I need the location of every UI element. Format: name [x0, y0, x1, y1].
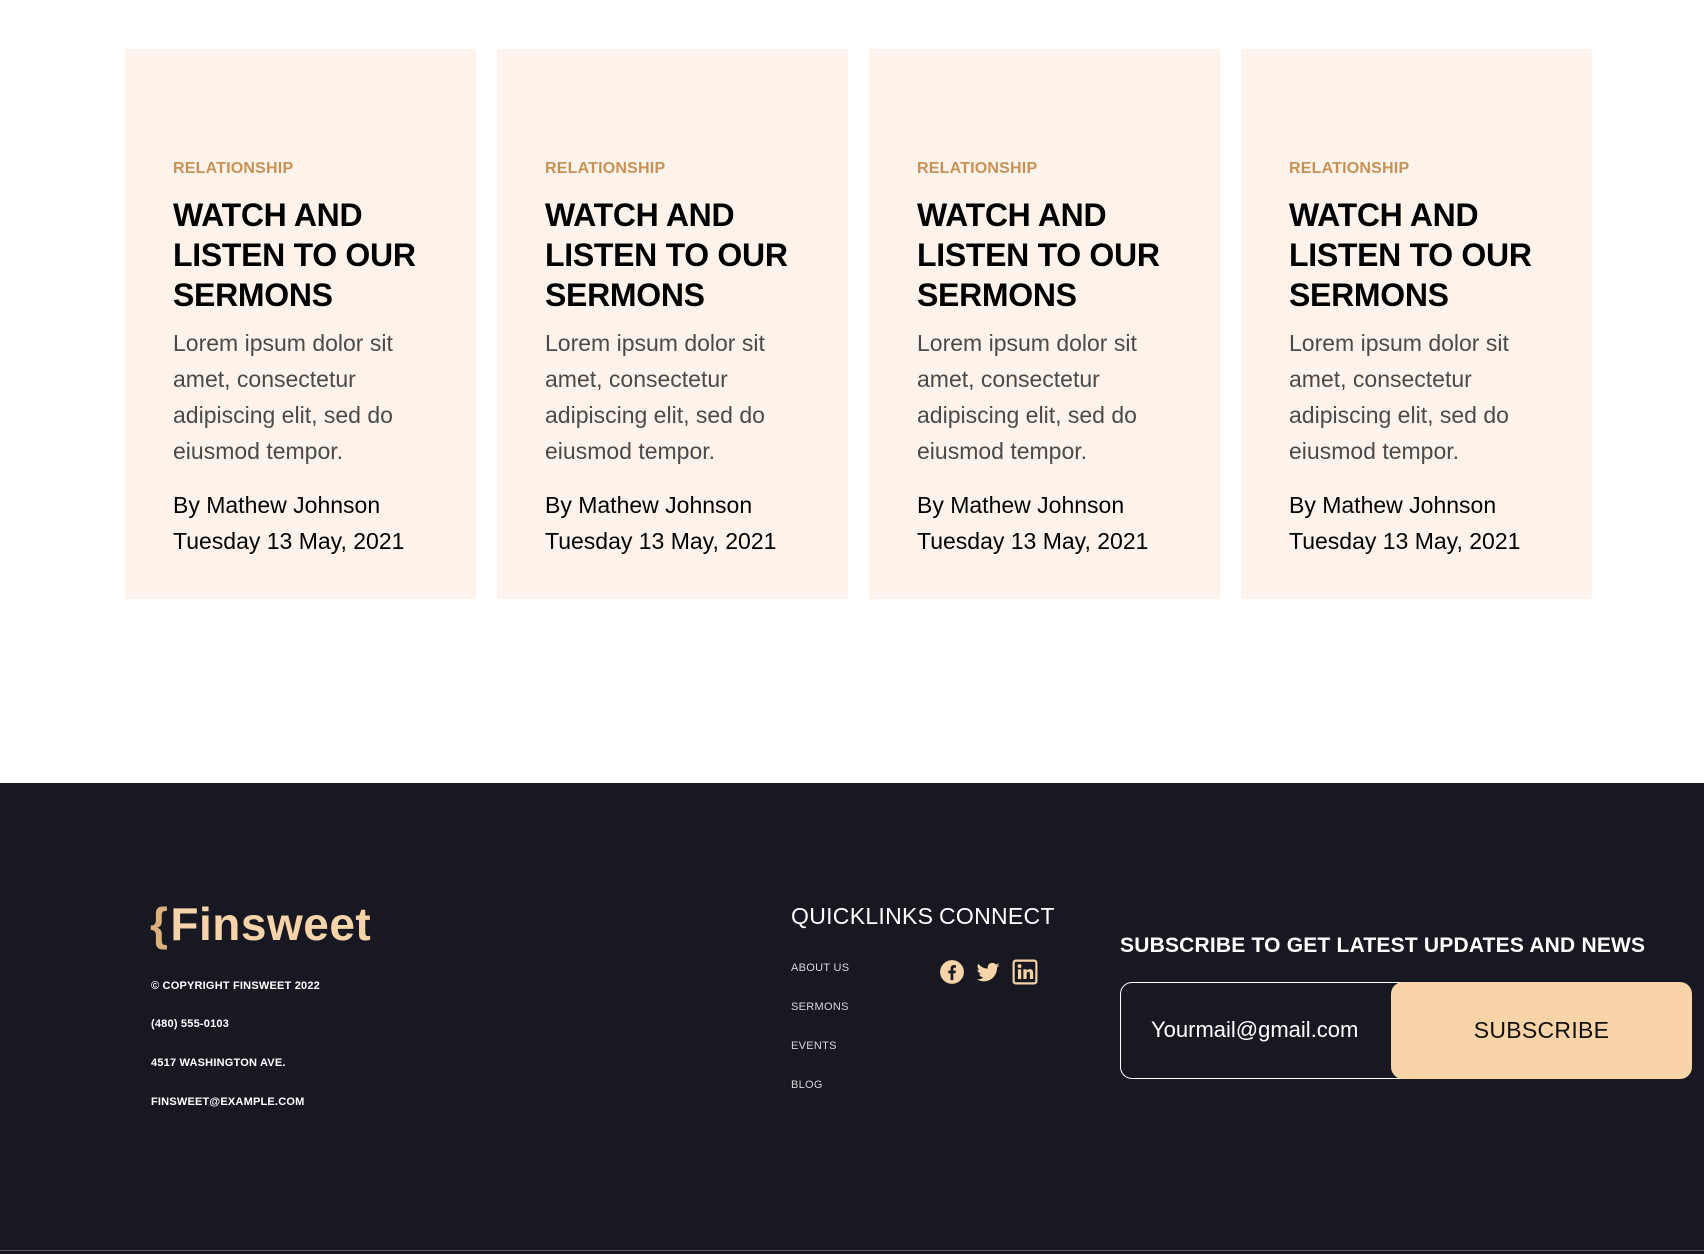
card-description: Lorem ipsum dolor sit amet, consectetur … — [917, 330, 1137, 464]
card-author: By Mathew Johnson — [1289, 492, 1497, 518]
card-title[interactable]: WATCH AND LISTEN TO OUR SERMONS — [545, 195, 815, 315]
card-description: Lorem ipsum dolor sit amet, consectetur … — [1289, 330, 1509, 464]
sermon-card[interactable]: RELATIONSHIP WATCH AND LISTEN TO OUR SER… — [497, 49, 848, 599]
card-author: By Mathew Johnson — [173, 492, 381, 518]
card-title[interactable]: WATCH AND LISTEN TO OUR SERMONS — [917, 195, 1187, 315]
sermon-card[interactable]: RELATIONSHIP WATCH AND LISTEN TO OUR SER… — [125, 49, 476, 599]
connect-heading: CONNECT — [939, 903, 1055, 929]
card-author: By Mathew Johnson — [917, 492, 1125, 518]
twitter-icon[interactable] — [975, 959, 1001, 985]
link-about-us[interactable]: ABOUT US — [791, 961, 849, 975]
card-content: RELATIONSHIP WATCH AND LISTEN TO OUR SER… — [173, 159, 443, 559]
card-content: RELATIONSHIP WATCH AND LISTEN TO OUR SER… — [545, 159, 815, 559]
sermon-card[interactable]: RELATIONSHIP WATCH AND LISTEN TO OUR SER… — [1241, 49, 1592, 599]
sermon-card[interactable]: RELATIONSHIP WATCH AND LISTEN TO OUR SER… — [869, 49, 1220, 599]
card-content: RELATIONSHIP WATCH AND LISTEN TO OUR SER… — [917, 159, 1187, 559]
link-sermons[interactable]: SERMONS — [791, 1000, 849, 1014]
quicklinks-heading: QUICKLINKS — [791, 903, 934, 929]
phone-number: (480) 555-0103 — [151, 1018, 230, 1030]
address-text: 4517 WASHINGTON AVE. — [151, 1057, 286, 1069]
card-date: Tuesday 13 May, 2021 — [173, 528, 405, 554]
subscribe-heading: SUBSCRIBE TO GET LATEST UPDATES AND NEWS — [1120, 934, 1646, 957]
card-category: RELATIONSHIP — [1289, 160, 1410, 177]
card-category: RELATIONSHIP — [917, 160, 1038, 177]
sermons-cards-section: RELATIONSHIP WATCH AND LISTEN TO OUR SER… — [0, 0, 1704, 783]
card-category: RELATIONSHIP — [545, 160, 666, 177]
footer-divider — [0, 1250, 1704, 1251]
copyright-text: © COPYRIGHT FINSWEET 2022 — [151, 980, 320, 992]
subscribe-button[interactable]: SUBSCRIBE — [1391, 982, 1692, 1079]
card-date: Tuesday 13 May, 2021 — [917, 528, 1149, 554]
card-description: Lorem ipsum dolor sit amet, consectetur … — [173, 330, 393, 464]
card-date: Tuesday 13 May, 2021 — [1289, 528, 1521, 554]
site-footer: {Finsweet © COPYRIGHT FINSWEET 2022 (480… — [0, 783, 1704, 1254]
logo-text: Finsweet — [170, 898, 372, 950]
email-link[interactable]: FINSWEET@EXAMPLE.COM — [151, 1095, 304, 1109]
email-input[interactable] — [1151, 983, 1411, 1077]
card-author: By Mathew Johnson — [545, 492, 753, 518]
finsweet-logo[interactable]: {Finsweet — [150, 899, 371, 949]
card-title[interactable]: WATCH AND LISTEN TO OUR SERMONS — [173, 195, 443, 315]
card-content: RELATIONSHIP WATCH AND LISTEN TO OUR SER… — [1289, 159, 1559, 559]
facebook-icon[interactable] — [939, 959, 965, 985]
link-events[interactable]: EVENTS — [791, 1039, 837, 1053]
card-description: Lorem ipsum dolor sit amet, consectetur … — [545, 330, 765, 464]
card-title[interactable]: WATCH AND LISTEN TO OUR SERMONS — [1289, 195, 1559, 315]
logo-brace: { — [150, 898, 169, 950]
linkedin-icon[interactable] — [1012, 959, 1038, 985]
card-category: RELATIONSHIP — [173, 160, 294, 177]
card-date: Tuesday 13 May, 2021 — [545, 528, 777, 554]
link-blog[interactable]: BLOG — [791, 1078, 823, 1092]
